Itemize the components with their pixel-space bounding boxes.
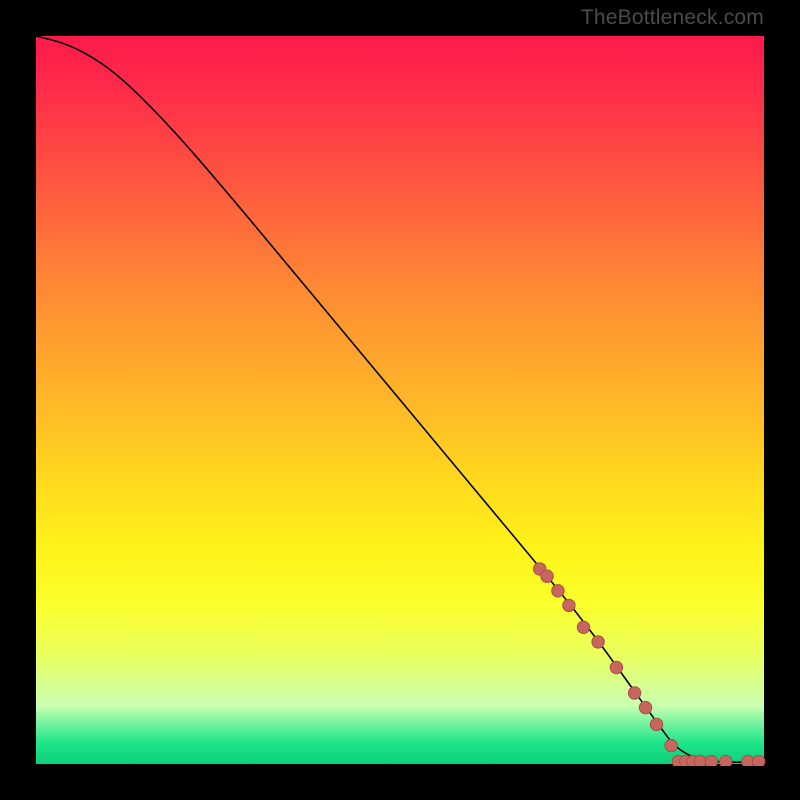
data-point (694, 755, 706, 766)
data-point (534, 563, 546, 575)
data-point (592, 636, 604, 648)
bottleneck-curve (36, 36, 766, 762)
data-point (705, 755, 717, 766)
data-point (628, 687, 640, 699)
data-points (534, 563, 765, 766)
data-point (687, 755, 699, 766)
chart-svg (36, 36, 766, 766)
data-point (541, 570, 553, 582)
plot-area (35, 35, 765, 765)
data-point (552, 585, 564, 597)
data-point (639, 701, 651, 713)
chart-frame: TheBottleneck.com (0, 0, 800, 800)
watermark-text: TheBottleneck.com (581, 6, 764, 30)
data-point (610, 661, 622, 673)
data-point (650, 718, 662, 730)
data-point (720, 755, 732, 766)
data-point (577, 621, 589, 633)
data-point (680, 755, 692, 766)
data-point (665, 739, 677, 751)
data-point (742, 755, 754, 766)
data-point (672, 755, 684, 766)
data-point (753, 755, 765, 766)
data-point (563, 599, 575, 611)
